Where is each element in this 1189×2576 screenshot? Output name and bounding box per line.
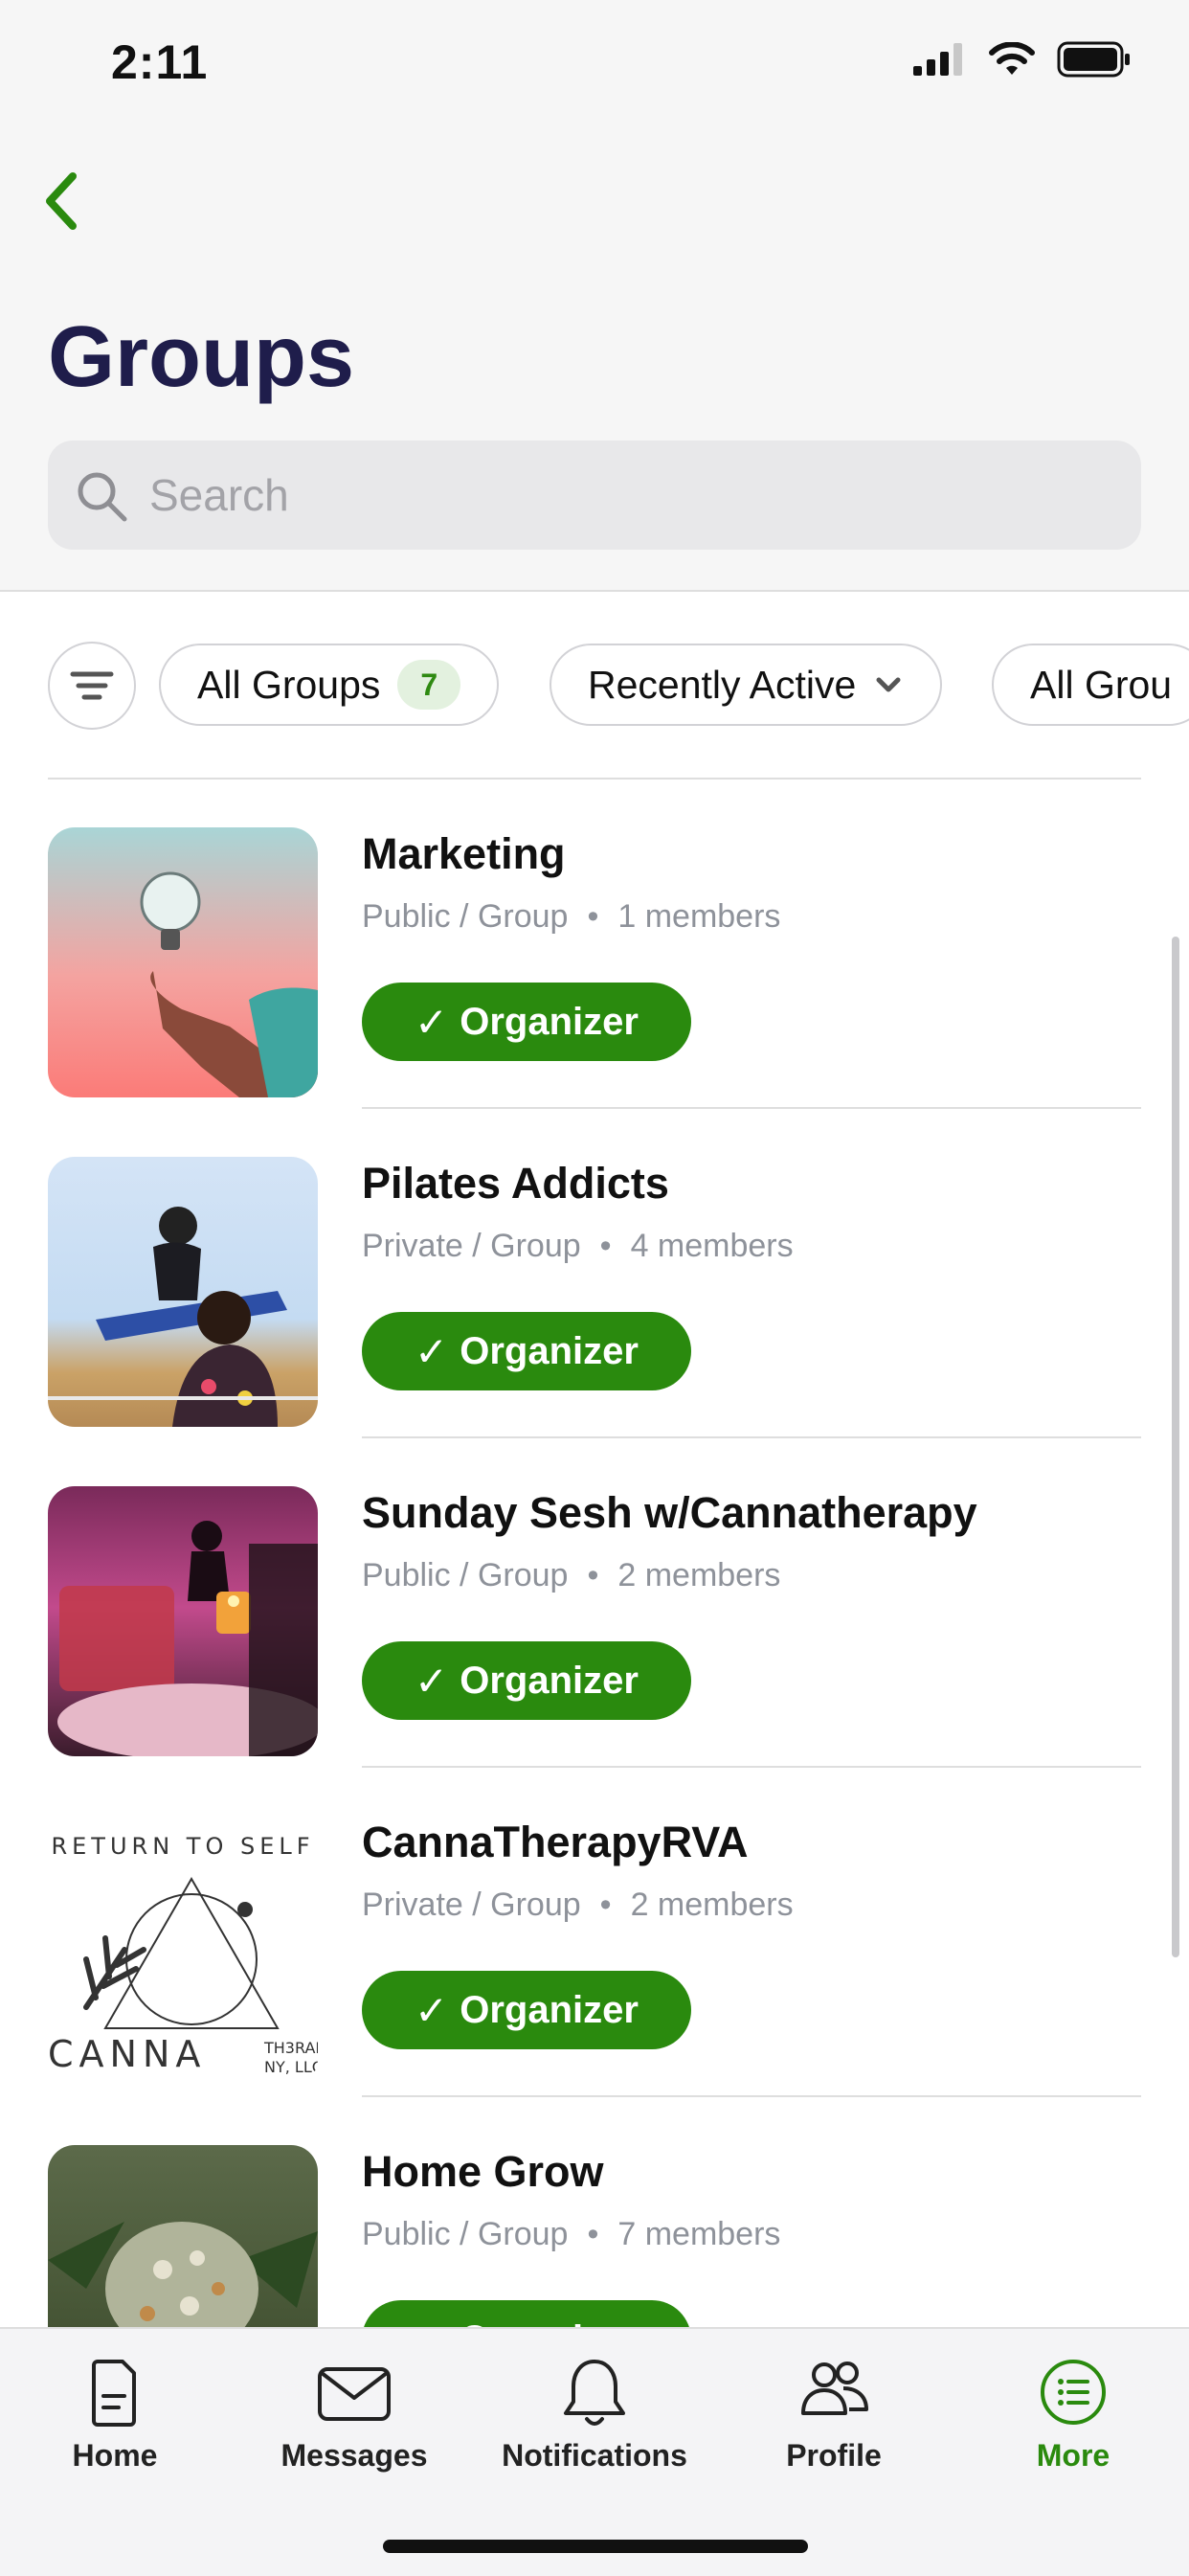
wifi-icon xyxy=(989,42,1035,75)
tab-label: Notifications xyxy=(502,2438,687,2473)
status-icons xyxy=(913,40,1132,79)
checkmark-icon: ✓ xyxy=(415,999,449,1045)
checkmark-icon: ✓ xyxy=(415,1328,449,1374)
member-count: 2 members xyxy=(630,1887,794,1923)
people-icon xyxy=(801,2361,868,2415)
group-meta: Public / Group • 2 members xyxy=(362,1557,781,1593)
group-thumbnail xyxy=(48,2145,318,2327)
organizer-badge[interactable]: ✓ Organizer xyxy=(362,983,691,1061)
logo-text-right: TH3RAPY xyxy=(263,2039,318,2057)
document-icon xyxy=(92,2360,136,2427)
chevron-down-icon xyxy=(876,677,901,692)
checkmark-icon: ✓ xyxy=(415,1658,449,1704)
chip-all-groups-type[interactable]: All Grou xyxy=(992,644,1189,726)
group-type: Private / Group xyxy=(362,1887,581,1923)
chip-label: All Grou xyxy=(1030,662,1173,707)
list-item[interactable]: Pilates Addicts Private / Group • 4 member… xyxy=(0,1109,1189,1438)
tab-bar: Home Messages Notifications Profile More xyxy=(0,2327,1189,2576)
scrollbar[interactable] xyxy=(1172,937,1179,1957)
tab-label: Home xyxy=(72,2438,158,2473)
member-count: 1 members xyxy=(617,898,781,935)
tab-notifications[interactable]: Notifications xyxy=(489,2354,700,2474)
search-placeholder: Search xyxy=(149,470,289,520)
groups-list: Marketing Public / Group • 1 members ✓ Orga… xyxy=(0,780,1189,2327)
tab-home[interactable]: Home xyxy=(10,2354,220,2474)
group-type: Public / Group xyxy=(362,1557,569,1593)
group-type: Public / Group xyxy=(362,898,569,935)
list-item[interactable]: Sunday Sesh w/Cannatherapy Public / Grou… xyxy=(0,1438,1189,1768)
tab-label: Messages xyxy=(280,2438,428,2473)
header: 2:11 Groups Search xyxy=(0,0,1189,592)
checkmark-icon: ✓ xyxy=(415,2316,448,2328)
list-item[interactable]: Marketing Public / Group • 1 members ✓ Orga… xyxy=(0,780,1189,1109)
group-type: Private / Group xyxy=(362,1228,581,1264)
tab-profile[interactable]: Profile xyxy=(729,2354,939,2474)
group-name: Pilates Addicts xyxy=(362,1159,669,1208)
role-label: Organizer xyxy=(460,1329,639,1372)
role-label: Organizer xyxy=(460,1988,639,2031)
chip-label: All Groups xyxy=(197,662,381,707)
chip-label: Recently Active xyxy=(588,662,857,707)
chip-recently-active[interactable]: Recently Active xyxy=(550,644,943,726)
tab-more[interactable]: More xyxy=(968,2354,1178,2474)
organizer-badge[interactable]: ✓ Organizer xyxy=(362,1312,691,1390)
group-logo: RETURN TO SELF CANNA TH3RAPY NY, LLC xyxy=(48,1816,318,2086)
group-type: Public / Group xyxy=(362,2216,569,2252)
list-item[interactable]: RETURN TO SELF CANNA TH3RAPY NY, LLC Can… xyxy=(0,1768,1189,2097)
organizer-badge[interactable]: ✓ Organizer xyxy=(362,2300,691,2327)
group-meta: Public / Group • 7 members xyxy=(362,2216,781,2252)
group-name: Marketing xyxy=(362,829,566,878)
logo-text-left: CANNA xyxy=(48,2033,206,2075)
group-thumbnail xyxy=(48,827,318,1097)
group-thumbnail xyxy=(48,1157,318,1427)
group-name: CannaTherapyRVA xyxy=(362,1818,749,1866)
checkmark-icon: ✓ xyxy=(415,1987,449,2033)
member-count: 2 members xyxy=(617,1557,781,1593)
bell-icon xyxy=(564,2360,625,2426)
filter-button[interactable] xyxy=(48,642,136,730)
group-name: Sunday Sesh w/Cannatherapy xyxy=(362,1488,977,1537)
list-item[interactable]: Home Grow Public / Group•7 members ✓ Orga… xyxy=(0,2097,1189,2327)
group-meta: Private / Group • 4 members xyxy=(362,1228,794,1264)
search-input[interactable]: Search xyxy=(48,441,1141,550)
member-count: 7 members xyxy=(617,2216,781,2252)
count-badge: 7 xyxy=(397,660,461,710)
role-label: Organizer xyxy=(460,1659,639,1702)
home-indicator[interactable] xyxy=(383,2540,808,2553)
filter-bar: All Groups 7 Recently Active All Grou xyxy=(48,642,1189,730)
organizer-badge[interactable]: ✓ Organizer xyxy=(362,1641,691,1720)
filter-icon xyxy=(70,671,114,700)
group-meta: Public / Group • 1 members xyxy=(362,898,781,935)
signal-icon xyxy=(913,43,962,76)
battery-icon xyxy=(1057,41,1130,78)
tab-label: More xyxy=(1036,2438,1110,2473)
organizer-badge[interactable]: ✓ Organizer xyxy=(362,1971,691,2049)
member-count: 4 members xyxy=(630,1228,794,1264)
role-label: Organizer xyxy=(460,1000,639,1043)
list-circle-icon xyxy=(1041,2360,1106,2425)
envelope-icon xyxy=(318,2367,391,2421)
back-chevron-icon[interactable] xyxy=(33,165,90,237)
group-thumbnail xyxy=(48,1486,318,1756)
role-label: Organizer xyxy=(460,2318,639,2328)
tab-messages[interactable]: Messages xyxy=(249,2354,460,2474)
logo-text-sub: NY, LLC xyxy=(264,2058,318,2076)
group-name: Home Grow xyxy=(362,2147,604,2196)
status-time: 2:11 xyxy=(111,35,209,89)
logo-text-top: RETURN TO SELF xyxy=(51,1833,314,1860)
search-icon xyxy=(78,472,127,522)
chip-all-groups[interactable]: All Groups 7 xyxy=(159,644,500,726)
page-title: Groups xyxy=(48,309,355,405)
group-meta: Private / Group • 2 members xyxy=(362,1887,794,1923)
tab-label: Profile xyxy=(786,2438,882,2473)
